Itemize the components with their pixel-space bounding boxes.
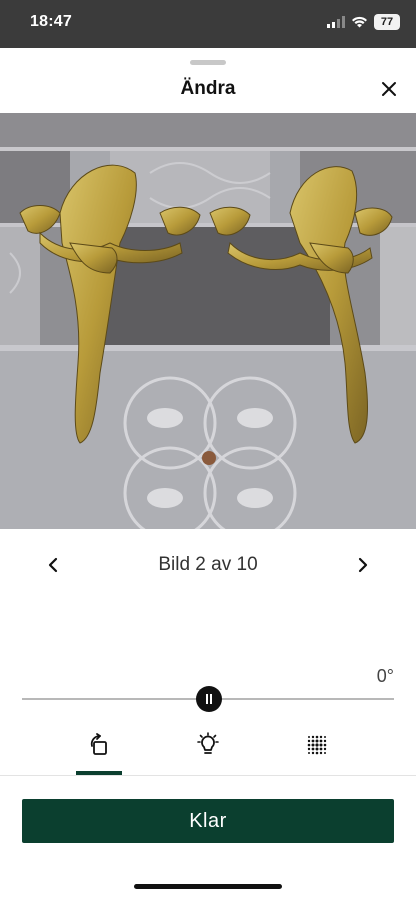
item-photo [0, 113, 416, 529]
rotation-slider-thumb[interactable] [196, 686, 222, 712]
wifi-icon [352, 16, 367, 28]
photo-image [0, 113, 416, 529]
pause-bar-icon [206, 694, 208, 704]
edit-sheet: Ändra Bild 2 av 10 0° Klar [0, 48, 416, 900]
dots-filter-icon [307, 735, 327, 755]
rotation-angle-label: 0° [376, 666, 394, 686]
chevron-right-icon[interactable] [350, 552, 376, 578]
close-icon[interactable] [378, 78, 400, 100]
lightbulb-icon [197, 732, 219, 754]
signal-icon [327, 16, 345, 28]
status-bar: 18:47 77 [0, 0, 416, 48]
divider [0, 775, 416, 776]
done-button[interactable]: Klar [22, 799, 394, 843]
edit-tools [0, 718, 416, 776]
status-icons: 77 [327, 14, 400, 30]
sheet-title: Ändra [180, 78, 236, 99]
tab-filter[interactable] [294, 718, 340, 772]
tab-brightness[interactable] [185, 718, 231, 772]
home-indicator[interactable] [134, 884, 282, 889]
image-pager: Bild 2 av 10 [0, 548, 416, 582]
battery-icon: 77 [374, 14, 400, 30]
tab-rotate[interactable] [76, 718, 122, 772]
pause-bar-icon [210, 694, 212, 704]
sheet-grabber[interactable] [190, 60, 226, 65]
status-time: 18:47 [30, 13, 72, 30]
rotate-icon [90, 733, 107, 755]
